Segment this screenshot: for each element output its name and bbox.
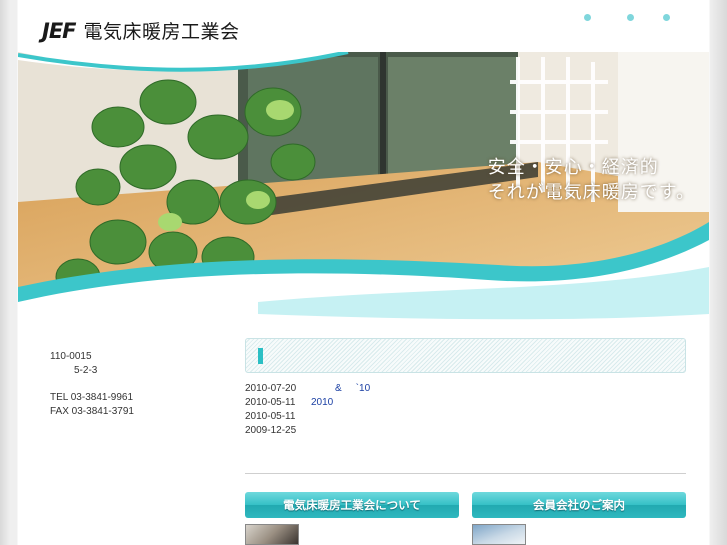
news-item: 2010-07-20 & `10 xyxy=(245,382,370,396)
logo-mark: JEF xyxy=(42,18,77,43)
tagline-line-2: それが電気床暖房です。 xyxy=(487,182,695,203)
decorative-dot-icon xyxy=(584,14,591,21)
news-date: 2010-05-11 xyxy=(245,397,296,408)
tel-number: TEL 03-3841-9961 xyxy=(50,392,134,403)
site-logo[interactable]: JEF 電気床暖房工業会 xyxy=(42,17,240,44)
member-companies-button[interactable]: 会員会社のご案内 xyxy=(472,492,686,518)
news-item: 2010-05-11 xyxy=(245,410,370,424)
news-item: 2009-12-25 xyxy=(245,424,370,438)
logo-name: 電気床暖房工業会 xyxy=(83,21,240,43)
news-item: 2010-05-11 2010 xyxy=(245,396,370,410)
news-header-bar-icon xyxy=(258,348,263,364)
news-header-box xyxy=(245,338,686,373)
hero-tagline: 安全・安心・経済的 それが電気床暖房です。 xyxy=(488,155,695,205)
fax-number: FAX 03-3841-3791 xyxy=(50,406,134,417)
postal-code: 110-0015 xyxy=(50,351,92,362)
contact-address: 110-0015 5-2-3 TEL 03-3841-9961 FAX 03-3… xyxy=(50,350,134,419)
news-date: 2009-12-25 xyxy=(245,425,297,436)
news-date: 2010-07-20 xyxy=(245,383,297,394)
tagline-line-1: 安全・安心・経済的 xyxy=(487,157,659,178)
page-container: JEF 電気床暖房工業会 安全・安心・経済的 それが電気床暖房です。 110-0… xyxy=(18,0,709,545)
members-thumbnail-image[interactable] xyxy=(472,524,526,545)
decorative-dot-icon xyxy=(627,14,634,21)
news-date: 2010-05-11 xyxy=(245,411,296,422)
news-list: 2010-07-20 & `10 2010-05-11 2010 2010-05-… xyxy=(245,382,370,438)
hero-banner: 安全・安心・経済的 それが電気床暖房です。 xyxy=(18,52,709,322)
site-header: JEF 電気床暖房工業会 xyxy=(18,0,709,58)
about-association-button[interactable]: 電気床暖房工業会について xyxy=(245,492,459,518)
section-divider xyxy=(245,473,686,474)
decorative-dot-icon xyxy=(663,14,670,21)
about-thumbnail-image[interactable] xyxy=(245,524,299,545)
news-link[interactable]: 2010 xyxy=(311,396,333,410)
news-link[interactable]: & `10 xyxy=(311,382,370,396)
street-address: 5-2-3 xyxy=(74,365,98,376)
